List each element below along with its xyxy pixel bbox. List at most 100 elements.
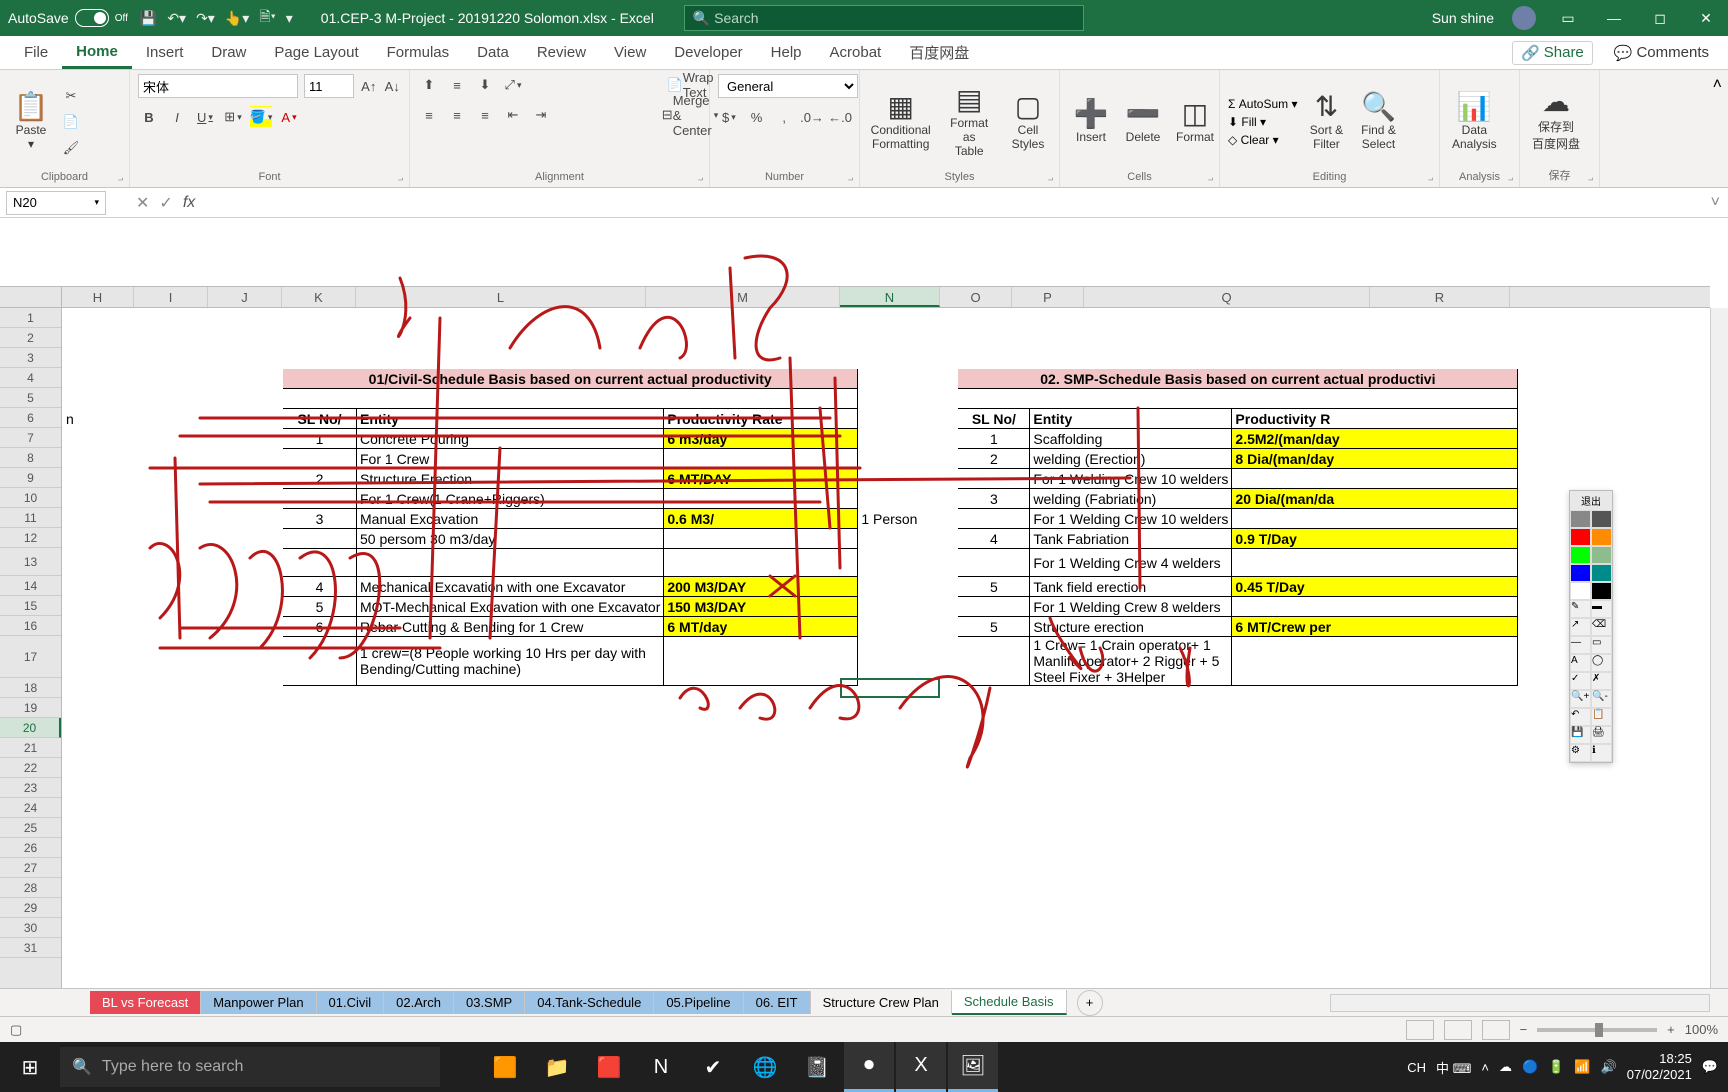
cell[interactable] xyxy=(209,389,283,409)
taskbar-clock[interactable]: 18:25 07/02/2021 xyxy=(1627,1051,1692,1082)
number-format-combo[interactable]: General xyxy=(718,74,858,98)
normal-view-icon[interactable] xyxy=(1406,1020,1434,1040)
row-header[interactable]: 1 xyxy=(0,308,61,328)
row-header[interactable]: 5 xyxy=(0,388,61,408)
cell[interactable] xyxy=(135,309,209,329)
cell[interactable] xyxy=(858,577,958,597)
cell[interactable] xyxy=(1232,706,1518,726)
cell[interactable] xyxy=(958,886,1030,906)
cell[interactable] xyxy=(664,637,858,686)
cell[interactable] xyxy=(1030,846,1232,866)
taskbar-app-obs[interactable]: ⏺ xyxy=(844,1042,894,1092)
cell[interactable]: welding (Fabriation) xyxy=(1030,489,1232,509)
cell[interactable] xyxy=(135,726,209,746)
cell[interactable] xyxy=(1232,726,1518,746)
increase-font-icon[interactable]: A↑ xyxy=(360,75,378,97)
cell[interactable] xyxy=(858,806,958,826)
cell[interactable] xyxy=(1518,349,1658,369)
cell[interactable] xyxy=(858,597,958,617)
cell[interactable] xyxy=(1030,349,1232,369)
cell[interactable]: 2 xyxy=(958,449,1030,469)
sheet-tab[interactable]: 06. EIT xyxy=(744,991,811,1014)
tab-draw[interactable]: Draw xyxy=(197,36,260,69)
row-header[interactable]: 22 xyxy=(0,758,61,778)
cell[interactable] xyxy=(135,329,209,349)
cell[interactable] xyxy=(664,906,858,926)
cell[interactable] xyxy=(664,686,858,706)
cell[interactable] xyxy=(63,597,283,617)
cell[interactable] xyxy=(1232,766,1518,786)
annotation-palette[interactable]: 退出 ✎▬ ↗⌫ —▭ A◯ ✓✗ 🔍+🔍- ↶📋 💾🖨 ⚙ℹ xyxy=(1569,490,1613,763)
cell[interactable] xyxy=(858,429,958,449)
cell[interactable] xyxy=(1518,806,1658,826)
cell[interactable] xyxy=(135,389,209,409)
cell[interactable] xyxy=(357,786,664,806)
cell[interactable]: 20 Dia/(man/da xyxy=(1232,489,1518,509)
cell[interactable] xyxy=(63,826,135,846)
cell[interactable]: 1 Person xyxy=(858,509,958,529)
cell[interactable] xyxy=(209,866,283,886)
format-painter-icon[interactable]: 🖌 xyxy=(60,137,82,159)
row-header[interactable]: 25 xyxy=(0,818,61,838)
cell[interactable] xyxy=(858,886,958,906)
print-preview-icon[interactable]: 🗎▾ xyxy=(259,6,275,30)
vertical-scrollbar[interactable] xyxy=(1710,308,1728,988)
cell[interactable] xyxy=(63,489,283,509)
arrow-tool-icon[interactable]: ↗ xyxy=(1570,618,1591,636)
tray-volume-icon[interactable]: 🔊 xyxy=(1601,1059,1617,1075)
cell[interactable] xyxy=(1030,786,1232,806)
clear-button[interactable]: ◇ Clear ▾ xyxy=(1228,133,1297,147)
row-header[interactable]: 20 xyxy=(0,718,61,738)
cell[interactable] xyxy=(664,826,858,846)
cell[interactable] xyxy=(958,946,1030,966)
cell[interactable] xyxy=(1030,806,1232,826)
cell[interactable] xyxy=(357,349,664,369)
autosum-button[interactable]: Σ AutoSum ▾ xyxy=(1228,97,1297,111)
info-tool-icon[interactable]: ℹ xyxy=(1591,744,1612,762)
cell[interactable] xyxy=(1232,846,1518,866)
cell[interactable] xyxy=(664,866,858,886)
col-header[interactable]: P xyxy=(1012,287,1084,307)
row-header[interactable]: 23 xyxy=(0,778,61,798)
row-header[interactable]: 30 xyxy=(0,918,61,938)
cell[interactable] xyxy=(858,409,958,429)
sort-filter-button[interactable]: ⇅Sort & Filter xyxy=(1303,91,1349,153)
cell[interactable] xyxy=(283,726,357,746)
cell[interactable] xyxy=(209,886,283,906)
row-header[interactable]: 24 xyxy=(0,798,61,818)
zoom-out-icon[interactable]: 🔍- xyxy=(1591,690,1612,708)
tray-onedrive-icon[interactable]: ☁ xyxy=(1499,1059,1512,1075)
cell[interactable] xyxy=(135,946,209,966)
cell[interactable] xyxy=(209,806,283,826)
cell[interactable] xyxy=(357,309,664,329)
cell[interactable] xyxy=(858,866,958,886)
cell[interactable]: 3 xyxy=(283,509,357,529)
cell[interactable] xyxy=(958,469,1030,489)
tab-acrobat[interactable]: Acrobat xyxy=(816,36,896,69)
cell[interactable]: 6 MT/day xyxy=(664,617,858,637)
align-top-icon[interactable]: ⬆ xyxy=(418,74,440,96)
row-header[interactable]: 28 xyxy=(0,878,61,898)
row-header[interactable]: 27 xyxy=(0,858,61,878)
sheet-tab[interactable]: Schedule Basis xyxy=(952,990,1067,1015)
cell[interactable] xyxy=(357,766,664,786)
cell-styles-button[interactable]: ▢Cell Styles xyxy=(1005,91,1051,153)
cell[interactable] xyxy=(1232,746,1518,766)
row-header[interactable]: 8 xyxy=(0,448,61,468)
cell[interactable] xyxy=(63,349,135,369)
tray-battery-icon[interactable]: 🔋 xyxy=(1548,1059,1564,1075)
cell[interactable] xyxy=(1232,946,1518,966)
cell[interactable] xyxy=(664,529,858,549)
cell[interactable]: Productivity Rate xyxy=(664,409,858,429)
row-header[interactable]: 26 xyxy=(0,838,61,858)
cell[interactable] xyxy=(1030,686,1232,706)
cell[interactable] xyxy=(63,549,283,577)
sheet-tab[interactable]: 02.Arch xyxy=(384,991,454,1014)
decrease-decimal-icon[interactable]: ←.0 xyxy=(829,106,851,128)
cell[interactable] xyxy=(283,637,357,686)
cell[interactable]: Manual Excavation xyxy=(357,509,664,529)
cell[interactable] xyxy=(135,866,209,886)
new-sheet-button[interactable]: + xyxy=(1077,990,1103,1016)
delete-cells-button[interactable]: ➖Delete xyxy=(1120,98,1166,146)
cell[interactable] xyxy=(958,766,1030,786)
